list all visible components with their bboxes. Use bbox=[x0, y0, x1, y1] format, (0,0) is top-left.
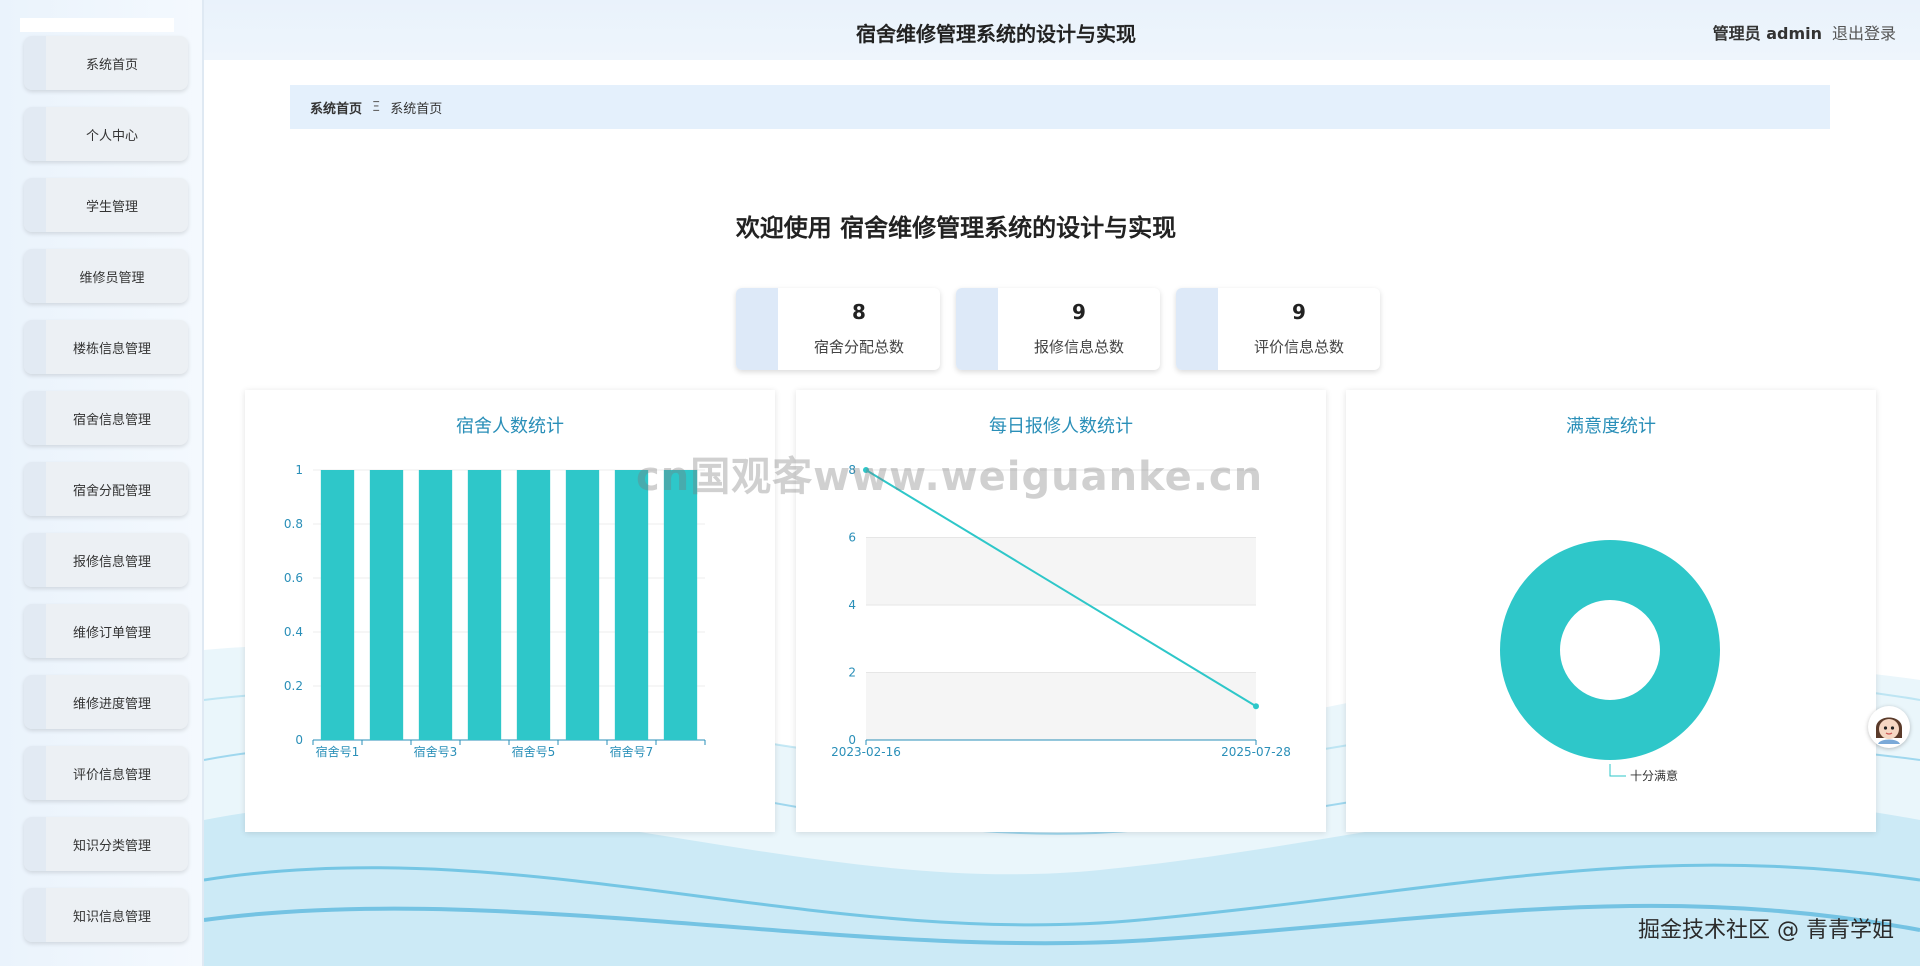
pie-slice bbox=[1500, 540, 1720, 760]
pie-chart: 十分满意 bbox=[1500, 540, 1720, 783]
sidebar-top-strip bbox=[20, 18, 174, 32]
slice-label: 十分满意 bbox=[1630, 768, 1678, 783]
bar bbox=[516, 470, 551, 740]
stat-value: 8 bbox=[852, 300, 866, 324]
chart-title: 满意度统计 bbox=[1566, 416, 1656, 437]
grid-band bbox=[866, 672, 1256, 740]
bar bbox=[320, 470, 355, 740]
sidebar-item-label: 维修订单管理 bbox=[72, 625, 151, 641]
assistant-avatar-icon[interactable] bbox=[1868, 706, 1910, 748]
current-user: 管理员 admin bbox=[1712, 24, 1822, 43]
grid-band bbox=[866, 537, 1256, 605]
welcome-heading: 欢迎使用 宿舍维修管理系统的设计与实现 bbox=[204, 208, 1920, 243]
sidebar-item-label: 学生管理 bbox=[85, 199, 138, 215]
y-tick-label: 2 bbox=[848, 666, 856, 680]
stat-value: 9 bbox=[1072, 300, 1086, 324]
sidebar-item-knowledge-categories[interactable]: 知识分类管理 bbox=[24, 817, 188, 871]
x-tick-label: 宿舍号7 bbox=[610, 744, 654, 759]
sidebar-item-repair-progress[interactable]: 维修进度管理 bbox=[24, 675, 188, 729]
sidebar-item-knowledge[interactable]: 知识信息管理 bbox=[24, 888, 188, 942]
sidebar: 系统首页 个人中心 学生管理 维修员管理 楼栋信息管理 宿舍信息管理 宿舍分配管… bbox=[0, 0, 204, 966]
bar bbox=[565, 470, 600, 740]
stat-card-dorm-allocations: 8 宿舍分配总数 bbox=[736, 288, 940, 370]
top-header: 宿舍维修管理系统的设计与实现 管理员 admin 退出登录 bbox=[204, 0, 1920, 60]
app-title: 宿舍维修管理系统的设计与实现 bbox=[856, 22, 1136, 46]
sidebar-item-label: 报修信息管理 bbox=[72, 554, 151, 570]
chart-title: 每日报修人数统计 bbox=[989, 416, 1133, 437]
y-tick-label: 4 bbox=[848, 598, 856, 612]
y-tick-label: 0.8 bbox=[284, 517, 303, 531]
sidebar-item-label: 知识信息管理 bbox=[72, 909, 151, 925]
sidebar-item-dorms[interactable]: 宿舍信息管理 bbox=[24, 391, 188, 445]
stat-card-stripe bbox=[956, 288, 998, 370]
stat-card-stripe bbox=[1176, 288, 1218, 370]
chart-panel-satisfaction: 十分满意 满意度统计 bbox=[1346, 390, 1876, 832]
x-tick-label: 宿舍号5 bbox=[512, 744, 556, 759]
bar bbox=[369, 470, 404, 740]
y-tick-label: 0.6 bbox=[284, 571, 303, 585]
bar bbox=[418, 470, 453, 740]
sidebar-item-students[interactable]: 学生管理 bbox=[24, 178, 188, 232]
bar bbox=[614, 470, 649, 740]
bar bbox=[467, 470, 502, 740]
sidebar-item-profile[interactable]: 个人中心 bbox=[24, 107, 188, 161]
sidebar-item-label: 维修进度管理 bbox=[72, 696, 151, 712]
x-tick-label: 2023-02-16 bbox=[831, 745, 901, 759]
y-tick-label: 0.4 bbox=[284, 625, 303, 639]
sidebar-item-label: 知识分类管理 bbox=[72, 838, 151, 854]
breadcrumb-home[interactable]: 系统首页 bbox=[310, 98, 362, 117]
y-tick-label: 0.2 bbox=[284, 679, 303, 693]
data-point bbox=[1253, 703, 1259, 710]
breadcrumb: 系统首页 Ξ 系统首页 bbox=[290, 85, 1830, 129]
stat-card-reviews: 9 评价信息总数 bbox=[1176, 288, 1380, 370]
x-tick-label: 宿舍号3 bbox=[414, 744, 458, 759]
stat-label: 评价信息总数 bbox=[1253, 338, 1344, 356]
x-tick-label: 宿舍号1 bbox=[316, 744, 360, 759]
stat-label: 报修信息总数 bbox=[1033, 338, 1124, 356]
y-tick-label: 1 bbox=[295, 463, 303, 477]
sidebar-item-label: 评价信息管理 bbox=[72, 767, 151, 783]
sidebar-item-reviews[interactable]: 评价信息管理 bbox=[24, 746, 188, 800]
x-tick-label: 2025-07-28 bbox=[1221, 745, 1291, 759]
y-tick-label: 0 bbox=[295, 733, 303, 747]
stat-card-repair-requests: 9 报修信息总数 bbox=[956, 288, 1160, 370]
breadcrumb-separator-icon: Ξ bbox=[372, 99, 381, 115]
sidebar-item-label: 楼栋信息管理 bbox=[72, 341, 151, 357]
welcome-text: 欢迎使用 宿舍维修管理系统的设计与实现 bbox=[735, 214, 1177, 242]
sidebar-item-buildings[interactable]: 楼栋信息管理 bbox=[24, 320, 188, 374]
stat-value: 9 bbox=[1292, 300, 1306, 324]
stat-card-stripe bbox=[736, 288, 778, 370]
sidebar-item-label: 维修员管理 bbox=[79, 270, 145, 286]
sidebar-item-dorm-allocation[interactable]: 宿舍分配管理 bbox=[24, 462, 188, 516]
slice-label-leader bbox=[1609, 764, 1626, 777]
sidebar-item-repair-orders[interactable]: 维修订单管理 bbox=[24, 604, 188, 658]
bar bbox=[663, 470, 698, 740]
sidebar-item-home[interactable]: 系统首页 bbox=[24, 36, 188, 90]
breadcrumb-current: 系统首页 bbox=[390, 101, 443, 117]
stat-label: 宿舍分配总数 bbox=[813, 338, 904, 356]
footer-credit: 掘金技术社区 @ 青青学姐 bbox=[1638, 918, 1894, 943]
watermark-text: cn国观客www.weiguanke.cn bbox=[636, 454, 1264, 500]
sidebar-item-label: 个人中心 bbox=[85, 128, 138, 144]
sidebar-item-label: 宿舍信息管理 bbox=[72, 412, 151, 428]
sidebar-item-repairers[interactable]: 维修员管理 bbox=[24, 249, 188, 303]
y-tick-label: 6 bbox=[848, 531, 856, 545]
sidebar-item-repair-requests[interactable]: 报修信息管理 bbox=[24, 533, 188, 587]
chart-title: 宿舍人数统计 bbox=[456, 416, 564, 437]
sidebar-item-label: 宿舍分配管理 bbox=[72, 483, 151, 499]
logout-link[interactable]: 退出登录 bbox=[1832, 20, 1896, 44]
sidebar-item-label: 系统首页 bbox=[85, 57, 138, 73]
